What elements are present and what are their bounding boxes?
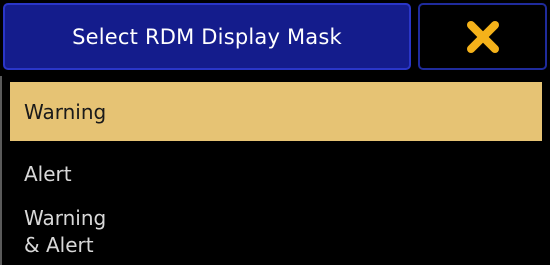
- close-icon: [466, 20, 499, 53]
- option-list: Warning Alert Warning & Alert: [0, 76, 550, 265]
- option-label-line2: & Alert: [24, 233, 94, 257]
- dialog-title: Select RDM Display Mask: [72, 24, 342, 49]
- option-warning[interactable]: Warning: [10, 82, 542, 141]
- dialog-title-box: Select RDM Display Mask: [3, 3, 411, 70]
- option-label-line1: Warning: [24, 206, 107, 230]
- option-label: Warning: [24, 99, 107, 124]
- option-label: Alert: [24, 162, 72, 186]
- option-warning-and-alert[interactable]: Warning & Alert: [10, 204, 542, 260]
- close-button[interactable]: [418, 3, 547, 70]
- dialog-header: Select RDM Display Mask: [0, 0, 550, 76]
- option-alert[interactable]: Alert: [10, 158, 542, 190]
